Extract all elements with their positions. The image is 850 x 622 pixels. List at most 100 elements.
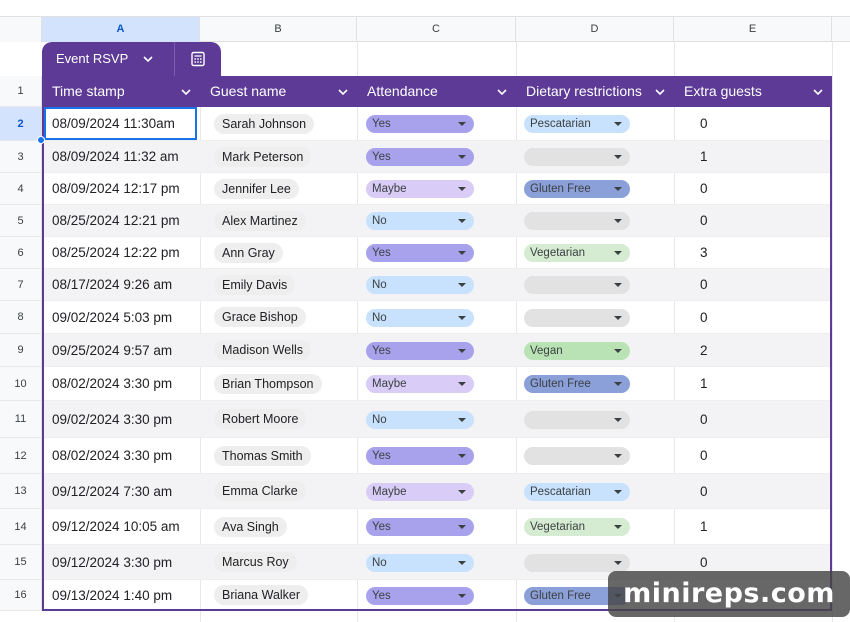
attendance-dropdown[interactable]: Maybe [366,483,474,501]
dietary-dropdown[interactable]: Vegetarian [524,518,630,536]
extra-guests-cell[interactable]: 1 [700,367,708,400]
row-number-2[interactable]: 2 [0,107,42,141]
guest-name-cell[interactable]: Ava Singh [214,509,287,544]
row-number-8[interactable]: 8 [0,301,42,334]
chevron-down-icon[interactable] [654,86,666,98]
column-header-b[interactable]: B [200,17,357,42]
dietary-dropdown[interactable] [524,411,630,429]
extra-guests-cell[interactable]: 0 [700,438,708,473]
row-number-11[interactable]: 11 [0,401,42,438]
dietary-dropdown[interactable] [524,276,630,294]
select-all-corner[interactable] [0,17,42,42]
attendance-dropdown[interactable]: No [366,276,474,294]
guest-name-cell[interactable]: Emma Clarke [214,474,306,508]
extra-guests-cell[interactable]: 0 [700,107,708,140]
guest-name-cell[interactable]: Robert Moore [214,401,307,437]
dietary-dropdown[interactable]: Vegan [524,342,630,360]
timestamp-cell[interactable]: 08/17/2024 9:26 am [52,269,172,300]
dietary-dropdown[interactable]: Gluten Free [524,375,630,393]
attendance-dropdown[interactable]: Yes [366,447,474,465]
dietary-dropdown[interactable] [524,447,630,465]
extra-guests-cell[interactable]: 0 [700,474,708,508]
attendance-dropdown[interactable]: Yes [366,115,474,133]
timestamp-cell[interactable]: 08/09/2024 11:30am [44,107,197,140]
attendance-dropdown[interactable]: No [366,554,474,572]
row-number-10[interactable]: 10 [0,367,42,401]
attendance-dropdown[interactable]: No [366,212,474,230]
column-header-e[interactable]: E [674,17,832,42]
column-header-dietary-restrictions[interactable]: Dietary restrictions [518,76,676,107]
timestamp-cell[interactable]: 09/02/2024 3:30 pm [52,401,172,437]
table-view-button[interactable] [175,42,221,76]
row-number-9[interactable]: 9 [0,334,42,367]
extra-guests-cell[interactable]: 1 [700,509,708,544]
attendance-dropdown[interactable]: Maybe [366,180,474,198]
attendance-dropdown[interactable]: Yes [366,518,474,536]
column-header-d[interactable]: D [516,17,674,42]
timestamp-cell[interactable]: 08/25/2024 12:22 pm [52,237,180,268]
selection-handle[interactable] [37,136,45,144]
attendance-dropdown[interactable]: Maybe [366,375,474,393]
attendance-dropdown[interactable]: No [366,411,474,429]
row-number-1[interactable]: 1 [0,76,42,107]
guest-name-cell[interactable]: Sarah Johnson [214,107,315,140]
chevron-down-icon[interactable] [496,86,508,98]
column-header-attendance[interactable]: Attendance [359,76,518,107]
attendance-dropdown[interactable]: Yes [366,587,474,605]
attendance-dropdown[interactable]: Yes [366,342,474,360]
timestamp-cell[interactable]: 09/12/2024 10:05 am [52,509,180,544]
extra-guests-cell[interactable]: 0 [700,301,708,333]
extra-guests-cell[interactable]: 0 [700,401,708,437]
chevron-down-icon[interactable] [337,86,349,98]
timestamp-cell[interactable]: 09/25/2024 9:57 am [52,334,172,366]
dietary-dropdown[interactable]: Pescatarian [524,115,630,133]
dietary-dropdown[interactable]: Gluten Free [524,180,630,198]
guest-name-cell[interactable]: Madison Wells [214,334,312,366]
column-header-time-stamp[interactable]: Time stamp [44,76,202,107]
row-number-12[interactable]: 12 [0,438,42,474]
timestamp-cell[interactable]: 08/02/2024 3:30 pm [52,438,172,473]
row-number-4[interactable]: 4 [0,173,42,205]
attendance-dropdown[interactable]: No [366,309,474,327]
row-number-5[interactable]: 5 [0,205,42,237]
row-number-13[interactable]: 13 [0,474,42,509]
guest-name-cell[interactable]: Grace Bishop [214,301,306,333]
row-number-7[interactable]: 7 [0,269,42,301]
column-header-extra-guests[interactable]: Extra guests [676,76,830,107]
row-number-3[interactable]: 3 [0,141,42,173]
guest-name-cell[interactable]: Thomas Smith [214,438,311,473]
dietary-dropdown[interactable]: Vegetarian [524,244,630,262]
column-header-c[interactable]: C [357,17,516,42]
row-number-6[interactable]: 6 [0,237,42,269]
chevron-down-icon[interactable] [180,86,192,98]
dietary-dropdown[interactable] [524,309,630,327]
guest-name-cell[interactable]: Marcus Roy [214,545,297,579]
extra-guests-cell[interactable]: 0 [700,205,708,236]
timestamp-cell[interactable]: 09/12/2024 3:30 pm [52,545,172,579]
dietary-dropdown[interactable] [524,212,630,230]
row-number-16[interactable]: 16 [0,580,42,611]
dietary-dropdown[interactable] [524,148,630,166]
timestamp-cell[interactable]: 09/12/2024 7:30 am [52,474,172,508]
chevron-down-icon[interactable] [812,86,824,98]
column-header-guest-name[interactable]: Guest name [202,76,359,107]
row-number-15[interactable]: 15 [0,545,42,580]
guest-name-cell[interactable]: Alex Martinez [214,205,306,236]
dietary-dropdown[interactable]: Pescatarian [524,483,630,501]
timestamp-cell[interactable]: 09/13/2024 1:40 pm [52,580,172,609]
guest-name-cell[interactable]: Mark Peterson [214,141,312,172]
timestamp-cell[interactable]: 08/02/2024 3:30 pm [52,367,172,400]
guest-name-cell[interactable]: Jennifer Lee [214,173,299,204]
extra-guests-cell[interactable]: 0 [700,173,708,204]
extra-guests-cell[interactable]: 0 [700,269,708,300]
attendance-dropdown[interactable]: Yes [366,244,474,262]
timestamp-cell[interactable]: 08/09/2024 11:32 am [52,141,179,172]
timestamp-cell[interactable]: 09/02/2024 5:03 pm [52,301,172,333]
attendance-dropdown[interactable]: Yes [366,148,474,166]
timestamp-cell[interactable]: 08/09/2024 12:17 pm [52,173,180,204]
row-number-14[interactable]: 14 [0,509,42,545]
column-header-a[interactable]: A [42,17,200,42]
table-name-dropdown[interactable]: Event RSVP [42,42,175,76]
dietary-dropdown[interactable] [524,554,630,572]
guest-name-cell[interactable]: Emily Davis [214,269,296,300]
